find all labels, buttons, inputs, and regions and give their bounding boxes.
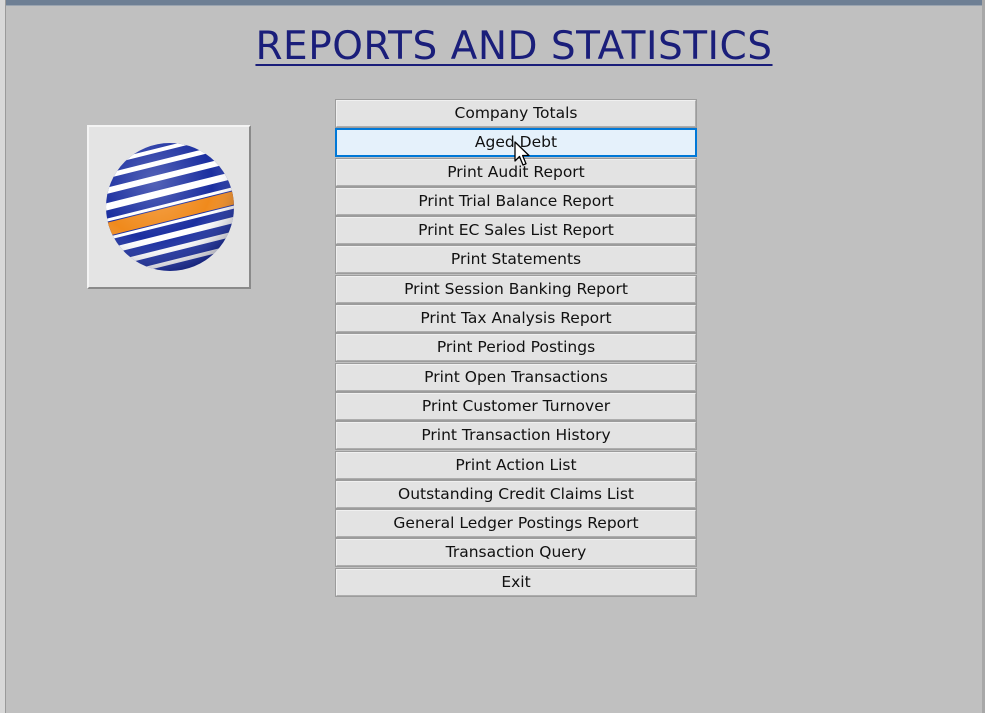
aged-debt-button[interactable]: Aged Debt [335,128,697,158]
striped-globe-icon [106,143,234,271]
print-statements-button[interactable]: Print Statements [335,245,697,275]
report-menu: Company Totals Aged Debt Print Audit Repor… [335,99,697,598]
logo-frame [87,125,251,289]
print-session-banking-report-button[interactable]: Print Session Banking Report [335,274,697,304]
print-transaction-history-button[interactable]: Print Transaction History [335,421,697,451]
print-trial-balance-report-button[interactable]: Print Trial Balance Report [335,186,697,216]
transaction-query-button[interactable]: Transaction Query [335,538,697,568]
exit-button[interactable]: Exit [335,567,697,597]
print-customer-turnover-button[interactable]: Print Customer Turnover [335,391,697,421]
company-totals-button[interactable]: Company Totals [335,99,697,128]
print-ec-sales-list-report-button[interactable]: Print EC Sales List Report [335,216,697,246]
page-title: REPORTS AND STATISTICS [255,24,773,69]
print-open-transactions-button[interactable]: Print Open Transactions [335,362,697,392]
window-top-border [0,0,985,6]
window-left-border [0,0,6,713]
print-action-list-button[interactable]: Print Action List [335,450,697,480]
print-tax-analysis-report-button[interactable]: Print Tax Analysis Report [335,304,697,334]
print-audit-report-button[interactable]: Print Audit Report [335,157,697,187]
outstanding-credit-claims-list-button[interactable]: Outstanding Credit Claims List [335,479,697,509]
print-period-postings-button[interactable]: Print Period Postings [335,333,697,363]
general-ledger-postings-report-button[interactable]: General Ledger Postings Report [335,509,697,539]
reports-window: REPORTS AND STATISTICS Company Totals Ag… [0,0,985,713]
